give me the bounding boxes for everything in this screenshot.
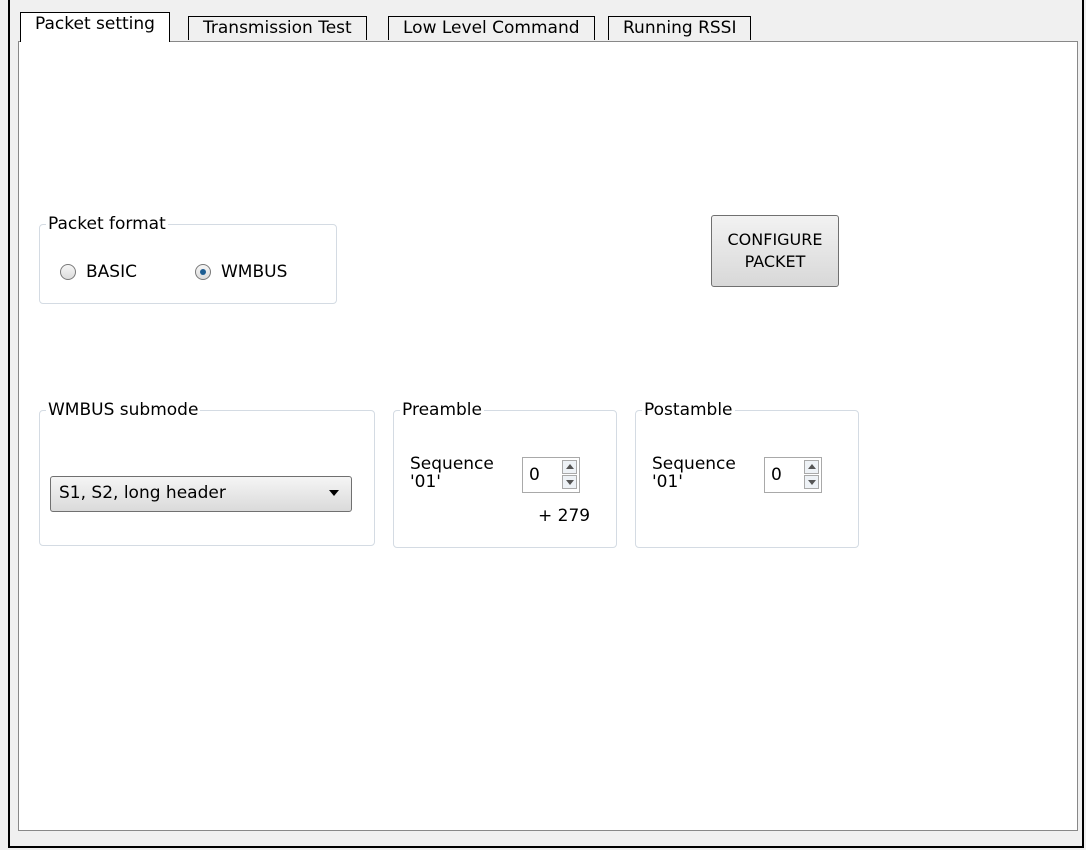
- configure-packet-button[interactable]: CONFIGURE PACKET: [711, 215, 839, 287]
- wmbus-submode-dropdown[interactable]: S1, S2, long header: [50, 476, 352, 512]
- tab-packet-setting[interactable]: Packet setting: [20, 12, 170, 42]
- postamble-value: 0: [771, 465, 782, 485]
- postamble-decrement-button[interactable]: [804, 475, 819, 489]
- radio-wmbus-label: WMBUS: [221, 262, 288, 282]
- postamble-increment-button[interactable]: [804, 460, 819, 474]
- configure-packet-label-line1: CONFIGURE: [727, 230, 823, 249]
- packet-format-group: Packet format BASIC WMBUS: [39, 213, 337, 304]
- tab-panel-packet-setting: Packet format BASIC WMBUS CONFIGURE PACK…: [18, 41, 1078, 831]
- preamble-title: Preamble: [400, 399, 484, 421]
- postamble-title: Postamble: [642, 399, 735, 421]
- tab-running-rssi[interactable]: Running RSSI: [608, 16, 752, 40]
- configure-packet-label-line2: PACKET: [744, 252, 806, 271]
- postamble-group: Postamble Sequence '01' 0: [635, 399, 859, 548]
- tab-transmission-test[interactable]: Transmission Test: [188, 16, 367, 40]
- radio-basic-indicator[interactable]: [60, 264, 76, 280]
- radio-wmbus[interactable]: WMBUS: [195, 262, 287, 282]
- radio-wmbus-indicator[interactable]: [195, 264, 211, 280]
- preamble-spinbox[interactable]: 0: [522, 457, 580, 493]
- radio-basic[interactable]: BASIC: [60, 262, 137, 282]
- postamble-label-line2: '01': [652, 472, 683, 492]
- chevron-down-icon: [329, 490, 339, 496]
- wmbus-submode-selected: S1, S2, long header: [59, 483, 226, 503]
- preamble-decrement-button[interactable]: [562, 475, 577, 489]
- preamble-label-line2: '01': [410, 472, 441, 492]
- wmbus-submode-group: WMBUS submode S1, S2, long header: [39, 399, 375, 546]
- preamble-increment-button[interactable]: [562, 460, 577, 474]
- preamble-group: Preamble Sequence '01' 0 + 279: [393, 399, 617, 548]
- tab-low-level-command[interactable]: Low Level Command: [388, 16, 595, 40]
- wmbus-submode-title: WMBUS submode: [46, 399, 201, 421]
- preamble-value: 0: [529, 465, 540, 485]
- radio-basic-label: BASIC: [86, 262, 137, 282]
- packet-format-title: Packet format: [46, 213, 168, 235]
- tab-bar: Packet setting Transmission Test Low Lev…: [18, 12, 1078, 42]
- preamble-suffix: + 279: [538, 506, 591, 526]
- postamble-spinbox[interactable]: 0: [764, 457, 822, 493]
